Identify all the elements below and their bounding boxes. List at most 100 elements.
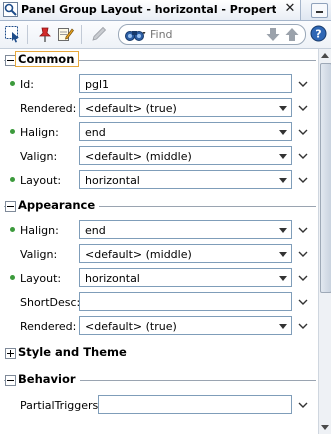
property-label: Id: <box>20 78 34 91</box>
scroll-up-icon[interactable] <box>319 49 331 62</box>
chevron-down-icon[interactable] <box>298 298 308 306</box>
title-bar: Panel Group Layout - horizontal - Proper… <box>0 0 331 21</box>
property-label: Halign: <box>20 224 59 237</box>
property-label: Rendered: <box>20 320 77 333</box>
search-box[interactable] <box>118 24 306 45</box>
property-label: Rendered: <box>20 102 77 115</box>
field-value: <default> (true) <box>85 102 177 115</box>
vertical-scrollbar[interactable] <box>318 49 331 434</box>
select-component-icon[interactable] <box>4 25 22 43</box>
halign-select[interactable]: end <box>79 220 292 239</box>
dropdown-arrow-icon <box>279 324 287 329</box>
property-inspector-icon <box>3 2 18 17</box>
layout-select[interactable]: horizontal <box>79 170 292 189</box>
rendered-select[interactable]: <default> (true) <box>79 98 292 117</box>
toolbar-separator <box>81 25 82 44</box>
section-title: Common <box>14 51 80 67</box>
field-value: horizontal <box>85 272 140 285</box>
property-row-shortdesc: ShortDesc: <box>0 290 318 314</box>
property-row-rendered: Rendered: <default> (true) <box>0 314 318 338</box>
field-value: <default> (middle) <box>85 150 192 163</box>
minimize-button[interactable] <box>311 3 328 18</box>
svg-text:?: ? <box>315 28 321 41</box>
property-row-id: Id: pgl1 <box>0 72 318 96</box>
toolbar-separator <box>27 25 28 44</box>
partialtriggers-input[interactable] <box>99 396 291 413</box>
scrollbar-thumb[interactable] <box>320 63 331 293</box>
down-arrow-icon[interactable] <box>265 27 281 42</box>
chevron-down-icon[interactable] <box>298 176 308 184</box>
collapse-icon[interactable] <box>5 375 16 386</box>
binoculars-icon <box>125 31 146 41</box>
valign-select[interactable]: <default> (middle) <box>79 146 292 165</box>
dropdown-arrow-icon <box>279 106 287 111</box>
tab-title: Panel Group Layout - horizontal - Proper… <box>21 3 276 16</box>
toolbar: ? <box>0 21 331 49</box>
required-indicator-icon <box>10 129 15 134</box>
pencil-icon[interactable] <box>90 25 108 43</box>
id-field[interactable]: pgl1 <box>79 74 292 93</box>
shortdesc-input[interactable] <box>80 293 291 310</box>
section-title: Behavior <box>16 372 80 386</box>
chevron-down-icon[interactable] <box>298 152 308 160</box>
required-indicator-icon <box>10 227 15 232</box>
property-label: Valign: <box>20 248 58 261</box>
chevron-down-icon[interactable] <box>298 401 308 409</box>
field-value: pgl1 <box>85 78 110 91</box>
property-panel: Common Id: pgl1 Rendered: <default> (tru… <box>0 49 318 434</box>
property-label: ShortDesc: <box>20 296 81 309</box>
property-row-valign: Valign: <default> (middle) <box>0 242 318 266</box>
field-value: end <box>85 126 106 139</box>
chevron-down-icon[interactable] <box>298 80 308 88</box>
property-label: PartialTriggers: <box>20 399 102 412</box>
rendered-select[interactable]: <default> (true) <box>79 316 292 335</box>
field-value: horizontal <box>85 174 140 187</box>
field-value: end <box>85 224 106 237</box>
property-label: Layout: <box>20 174 62 187</box>
property-label: Halign: <box>20 126 59 139</box>
dropdown-arrow-icon <box>279 130 287 135</box>
field-value: <default> (middle) <box>85 248 192 261</box>
section-common[interactable]: Common <box>0 51 318 69</box>
property-row-halign: Halign: end <box>0 218 318 242</box>
property-inspector-tab[interactable]: Panel Group Layout - horizontal - Proper… <box>0 0 301 20</box>
expand-icon[interactable] <box>5 348 16 359</box>
property-row-layout: Layout: horizontal <box>0 168 318 192</box>
up-arrow-icon[interactable] <box>284 27 300 42</box>
section-behavior[interactable]: Behavior <box>0 371 318 389</box>
required-indicator-icon <box>10 275 15 280</box>
valign-select[interactable]: <default> (middle) <box>79 244 292 263</box>
property-label: Valign: <box>20 150 58 163</box>
shortdesc-field[interactable] <box>79 292 292 311</box>
close-icon[interactable]: ✕ <box>282 1 298 17</box>
help-icon[interactable]: ? <box>310 25 327 42</box>
search-input[interactable] <box>150 27 260 42</box>
chevron-down-icon[interactable] <box>298 128 308 136</box>
dropdown-arrow-icon <box>279 178 287 183</box>
edit-icon[interactable] <box>56 25 74 43</box>
required-indicator-icon <box>10 177 15 182</box>
property-label: Layout: <box>20 272 62 285</box>
chevron-down-icon[interactable] <box>298 250 308 258</box>
chevron-down-icon[interactable] <box>298 104 308 112</box>
scroll-down-icon[interactable] <box>319 421 331 434</box>
partialtriggers-field[interactable] <box>98 395 292 414</box>
section-title: Style and Theme <box>16 345 131 359</box>
collapse-icon[interactable] <box>5 55 16 66</box>
dropdown-arrow-icon <box>279 252 287 257</box>
section-title: Appearance <box>16 198 100 212</box>
property-row-partialtriggers: PartialTriggers: <box>0 393 318 417</box>
pin-icon[interactable] <box>36 25 54 43</box>
dropdown-arrow-icon <box>279 276 287 281</box>
chevron-down-icon[interactable] <box>298 274 308 282</box>
property-row-rendered: Rendered: <default> (true) <box>0 96 318 120</box>
field-value: <default> (true) <box>85 320 177 333</box>
section-style-and-theme[interactable]: Style and Theme <box>0 344 318 362</box>
layout-select[interactable]: horizontal <box>79 268 292 287</box>
dropdown-arrow-icon <box>279 228 287 233</box>
chevron-down-icon[interactable] <box>298 226 308 234</box>
halign-select[interactable]: end <box>79 122 292 141</box>
collapse-icon[interactable] <box>5 201 16 212</box>
section-appearance[interactable]: Appearance <box>0 197 318 215</box>
chevron-down-icon[interactable] <box>298 322 308 330</box>
